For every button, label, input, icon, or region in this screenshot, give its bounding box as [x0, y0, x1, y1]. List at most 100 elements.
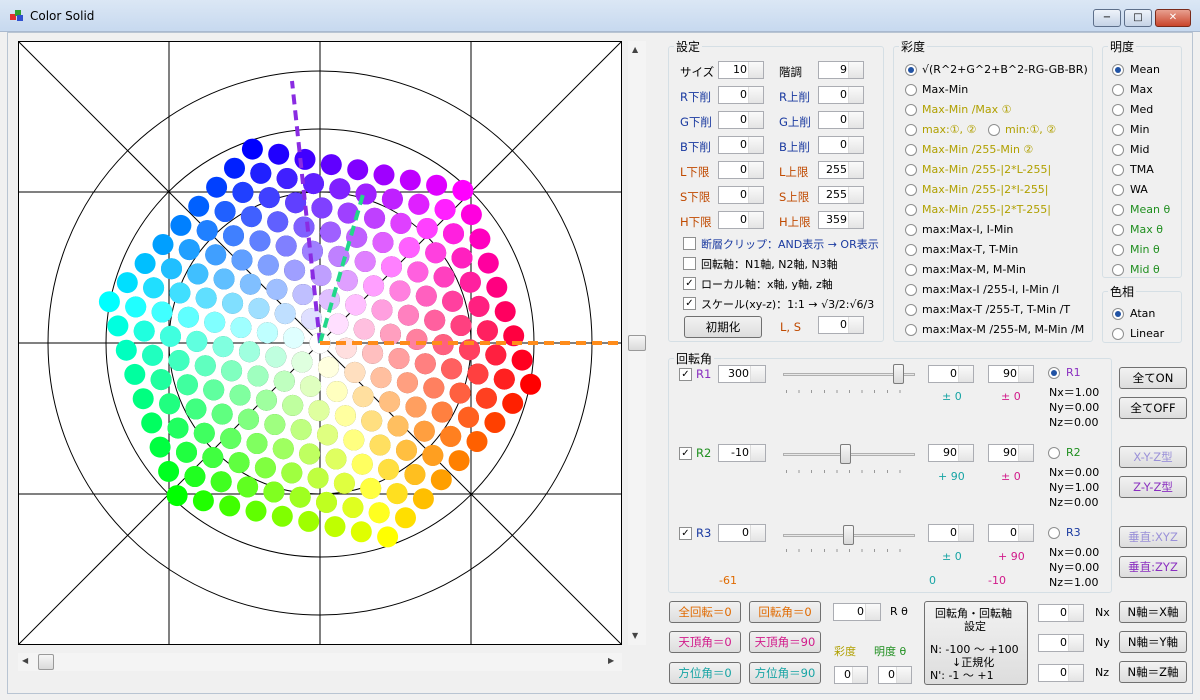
r2-a-spinner[interactable]: 90 [928, 444, 974, 462]
r2-slider-thumb[interactable] [840, 444, 851, 464]
r2-checkbox[interactable]: ✓ [679, 447, 692, 460]
saturation-option-2-radio[interactable] [905, 104, 917, 116]
vertical-scroll-thumb[interactable] [628, 335, 646, 351]
n-axis-x-button[interactable]: N軸＝X軸 [1119, 601, 1187, 623]
scale-checkbox[interactable]: ✓ [683, 297, 696, 310]
lightness-option-10-radio[interactable] [1112, 264, 1124, 276]
scroll-right-arrow[interactable]: ▶ [608, 656, 614, 665]
minimize-button[interactable]: − [1093, 9, 1121, 27]
axis-checkbox[interactable] [683, 257, 696, 270]
maximize-button[interactable]: □ [1124, 9, 1152, 27]
saturation-option-13-radio[interactable] [905, 304, 917, 316]
r-high-spinner[interactable]: 0 [818, 86, 864, 104]
r3-spinner[interactable]: 0 [718, 524, 766, 542]
zyz-type-button[interactable]: Z-Y-Z型 [1119, 476, 1187, 498]
horizontal-scroll-thumb[interactable] [38, 654, 54, 670]
vertical-scrollbar[interactable]: ▲ ▼ [628, 41, 646, 645]
rtheta-spinner[interactable]: 0 [833, 603, 881, 621]
saturation-option-9-radio[interactable] [905, 224, 917, 236]
l-max-spinner[interactable]: 255 [818, 161, 864, 179]
zenith-zero-button[interactable]: 天頂角＝0 [669, 631, 741, 653]
lightness-option-8-radio[interactable] [1112, 224, 1124, 236]
r2-radio[interactable] [1048, 447, 1060, 459]
perp-xyz-button[interactable]: 垂直:XYZ [1119, 526, 1187, 548]
r1-spinner[interactable]: 300 [718, 365, 766, 383]
r1-slider-thumb[interactable] [893, 364, 904, 384]
local-checkbox[interactable]: ✓ [683, 277, 696, 290]
s-max-spinner[interactable]: 255 [818, 186, 864, 204]
r1-checkbox[interactable]: ✓ [679, 368, 692, 381]
scroll-down-arrow[interactable]: ▼ [632, 631, 638, 640]
r1-radio[interactable] [1048, 367, 1060, 379]
r3-checkbox[interactable]: ✓ [679, 527, 692, 540]
rotation-angle-zero-button[interactable]: 回転角＝0 [749, 601, 821, 623]
nz-spinner[interactable]: 0 [1038, 664, 1084, 682]
saturation-option-10-radio[interactable] [905, 244, 917, 256]
g-high-spinner[interactable]: 0 [818, 111, 864, 129]
saturation-small-spinner[interactable]: 0 [834, 666, 868, 684]
n-axis-y-button[interactable]: N軸＝Y軸 [1119, 631, 1187, 653]
lightness-small-spinner[interactable]: 0 [878, 666, 912, 684]
azimuth-90-button[interactable]: 方位角＝90 [749, 662, 821, 684]
r1-b-spinner[interactable]: 90 [988, 365, 1034, 383]
lightness-option-3-radio[interactable] [1112, 124, 1124, 136]
reset-button[interactable]: 初期化 [684, 316, 762, 338]
lightness-option-9-radio[interactable] [1112, 244, 1124, 256]
saturation-option-6-radio[interactable] [905, 164, 917, 176]
saturation-option-12-radio[interactable] [905, 284, 917, 296]
lightness-option-7-radio[interactable] [1112, 204, 1124, 216]
all-off-button[interactable]: 全てOFF [1119, 397, 1187, 419]
azimuth-zero-button[interactable]: 方位角＝0 [669, 662, 741, 684]
r-low-spinner[interactable]: 0 [718, 86, 764, 104]
size-spinner[interactable]: 10 [718, 61, 764, 79]
saturation-option-4-radio[interactable] [988, 124, 1000, 136]
ny-spinner[interactable]: 0 [1038, 634, 1084, 652]
scroll-up-arrow[interactable]: ▲ [632, 45, 638, 54]
saturation-option-0-radio[interactable] [905, 64, 917, 76]
n-axis-z-button[interactable]: N軸＝Z軸 [1119, 661, 1187, 683]
g-low-spinner[interactable]: 0 [718, 111, 764, 129]
saturation-option-11-radio[interactable] [905, 264, 917, 276]
lightness-option-4-radio[interactable] [1112, 144, 1124, 156]
r1-a-spinner[interactable]: 0 [928, 365, 974, 383]
horizontal-scrollbar[interactable]: ◀ ▶ [18, 653, 622, 671]
saturation-option-3-radio[interactable] [905, 124, 917, 136]
zenith-90-button[interactable]: 天頂角＝90 [749, 631, 821, 653]
close-button[interactable]: ✕ [1155, 9, 1191, 27]
r3-b-spinner[interactable]: 0 [988, 524, 1034, 542]
steps-spinner[interactable]: 9 [818, 61, 864, 79]
scroll-left-arrow[interactable]: ◀ [22, 656, 28, 665]
r2-spinner[interactable]: -10 [718, 444, 766, 462]
perp-zyz-button[interactable]: 垂直:ZYZ [1119, 556, 1187, 578]
saturation-option-8-radio[interactable] [905, 204, 917, 216]
clip-checkbox[interactable] [683, 237, 696, 250]
all-rotation-zero-button[interactable]: 全回転＝0 [669, 601, 741, 623]
b-low-spinner[interactable]: 0 [718, 136, 764, 154]
lightness-option-0-radio[interactable] [1112, 64, 1124, 76]
lightness-option-2-radio[interactable] [1112, 104, 1124, 116]
hue-atan-radio[interactable] [1112, 308, 1124, 320]
l-min-spinner[interactable]: 0 [718, 161, 764, 179]
saturation-option-6-label: Max-Min /255-|2*L-255| [922, 163, 1052, 176]
saturation-option-14-radio[interactable] [905, 324, 917, 336]
r3-slider-thumb[interactable] [843, 525, 854, 545]
nx-spinner[interactable]: 0 [1038, 604, 1084, 622]
r3-a-spinner[interactable]: 0 [928, 524, 974, 542]
xyz-type-button[interactable]: X-Y-Z型 [1119, 446, 1187, 468]
hue-linear-radio[interactable] [1112, 328, 1124, 340]
saturation-option-1-radio[interactable] [905, 84, 917, 96]
lightness-option-5-radio[interactable] [1112, 164, 1124, 176]
b-high-spinner[interactable]: 0 [818, 136, 864, 154]
s-min-spinner[interactable]: 0 [718, 186, 764, 204]
lightness-option-6-radio[interactable] [1112, 184, 1124, 196]
r3-radio[interactable] [1048, 527, 1060, 539]
ls-spinner[interactable]: 0 [818, 316, 864, 334]
lightness-option-1-radio[interactable] [1112, 84, 1124, 96]
all-on-button[interactable]: 全てON [1119, 367, 1187, 389]
h-min-spinner[interactable]: 0 [718, 211, 764, 229]
r2-b-spinner[interactable]: 90 [988, 444, 1034, 462]
saturation-option-5-radio[interactable] [905, 144, 917, 156]
saturation-option-7-radio[interactable] [905, 184, 917, 196]
color-solid-canvas[interactable] [18, 41, 622, 645]
h-max-spinner[interactable]: 359 [818, 211, 864, 229]
